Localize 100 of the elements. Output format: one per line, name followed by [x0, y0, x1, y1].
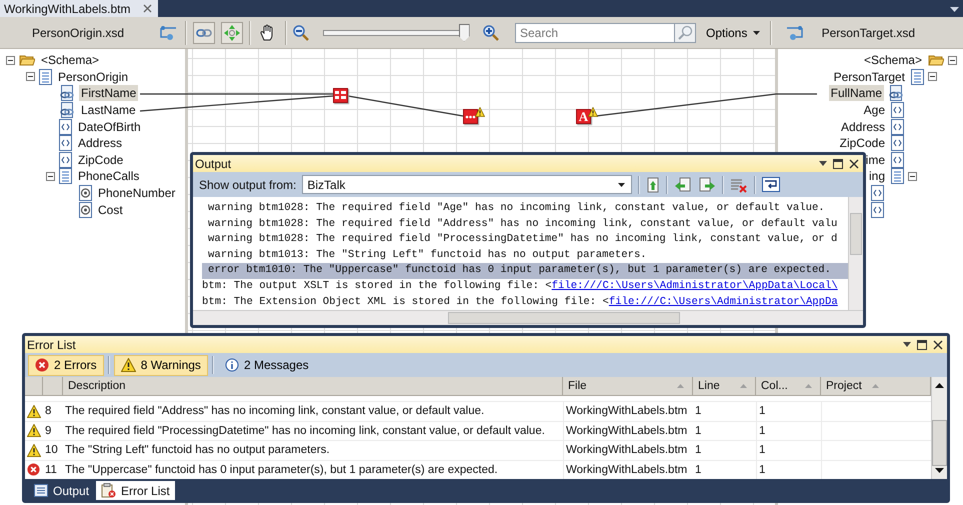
collapse-toggle-icon[interactable] — [46, 172, 55, 181]
close-icon[interactable] — [849, 158, 859, 168]
link-toggle[interactable] — [193, 22, 215, 44]
dropdown-icon[interactable] — [819, 161, 827, 166]
file-link[interactable]: file:///C:\Users\Administrator\AppDa — [608, 296, 838, 308]
table-cell-text: The "Uppercase" functoid has 0 input parameter(s), but 1 parameter(s) are expected. — [64, 462, 499, 478]
document-icon — [39, 68, 52, 85]
schema-node[interactable]: LastName — [79, 102, 138, 118]
clipboard-error-icon — [101, 483, 116, 498]
schema-tree-icon[interactable] — [786, 26, 804, 40]
word-wrap-icon[interactable] — [762, 177, 780, 192]
schema-node[interactable]: ZipCode — [76, 152, 126, 168]
concatenate-functoid[interactable] — [463, 109, 478, 124]
autoscroll-toggle[interactable] — [221, 22, 243, 44]
horizontal-scrollbar[interactable] — [193, 310, 863, 325]
vertical-scrollbar[interactable] — [931, 377, 947, 479]
table-cell-text: 1 — [694, 462, 702, 478]
output-line: warning btm1028: The required field "Address" has no incoming link, constant value, or default valu — [207, 216, 838, 232]
field-icon — [59, 135, 72, 152]
collapse-toggle-icon[interactable] — [908, 172, 917, 181]
column-header[interactable]: Line — [693, 377, 756, 395]
table-cell-text: 8 — [44, 404, 52, 420]
collapse-toggle-icon[interactable] — [948, 56, 957, 65]
uppercase-functoid[interactable]: A — [576, 109, 591, 124]
schema-node[interactable]: DateOfBirth — [76, 118, 143, 135]
collapse-toggle-icon[interactable] — [928, 72, 937, 82]
dropdown-icon[interactable] — [903, 342, 911, 347]
warning-filter-button[interactable]: 8 Warnings — [114, 354, 208, 376]
message-filter-button[interactable]: 2 Messages — [218, 354, 316, 376]
zoom-in-icon[interactable] — [483, 24, 499, 40]
output-tab[interactable]: Output — [29, 481, 94, 500]
arrow-left-icon[interactable] — [674, 176, 692, 192]
schema-node[interactable]: ime — [864, 152, 887, 168]
table-cell: 1 — [756, 441, 821, 460]
schema-node[interactable]: PhoneNumber — [96, 185, 178, 202]
zoom-out-icon[interactable] — [293, 24, 309, 40]
document-icon — [59, 168, 72, 184]
maximize-icon[interactable] — [833, 158, 843, 168]
source-label: Show output from: — [199, 178, 296, 192]
table-functoid[interactable] — [333, 88, 348, 103]
maximize-icon[interactable] — [917, 340, 927, 350]
schema-node[interactable]: Address — [76, 135, 124, 152]
output-line: warning btm1028: The required field "Age" has no incoming link, constant value, or default value. — [207, 201, 826, 216]
schema-node[interactable]: Cost — [96, 202, 125, 218]
table-cell-text: 11 — [44, 462, 58, 478]
linked-field-icon — [59, 102, 75, 118]
table-cell: WorkingWithLabels.btm — [563, 441, 693, 460]
error-icon — [35, 358, 49, 372]
options-button[interactable]: Options — [702, 26, 764, 40]
linked-field-icon — [59, 85, 75, 102]
schema-node[interactable]: FullName — [828, 85, 884, 102]
dots-icon — [465, 114, 476, 118]
warning-icon — [120, 358, 136, 372]
table-cell-text: The required field "Address" has no incoming link, constant value, or default value. — [64, 404, 486, 420]
clear-all-icon[interactable] — [730, 176, 748, 192]
collapse-toggle-icon[interactable] — [26, 72, 35, 82]
table-cell-text: 10 — [44, 443, 59, 458]
table-cell: WorkingWithLabels.btm — [563, 460, 693, 479]
collapse-toggle-icon[interactable] — [6, 56, 15, 65]
table-cell-text: 9 — [44, 424, 52, 439]
output-line: warning btm1028: The required field "ProcessingDatetime" has no incoming link, constant value, or d — [207, 232, 838, 248]
target-schema-title: PersonTarget.xsd — [822, 26, 915, 40]
schema-node[interactable]: <Schema> — [39, 52, 102, 68]
search-field[interactable]: Search — [515, 22, 675, 42]
document-icon — [891, 168, 904, 184]
column-header[interactable]: File — [563, 377, 693, 395]
schema-node[interactable]: Address — [838, 118, 887, 135]
column-header[interactable]: Description — [63, 377, 563, 395]
scroll-down-icon[interactable] — [935, 468, 944, 473]
arrow-right-icon[interactable] — [698, 176, 716, 192]
document-tab[interactable]: WorkingWithLabels.btm — [0, 0, 158, 17]
close-icon[interactable] — [933, 340, 943, 350]
column-header[interactable]: Col... — [756, 377, 821, 395]
output-line: warning btm1013: The "String Left" functoid has no output parameters. — [207, 248, 648, 263]
schema-node[interactable]: ing — [866, 168, 887, 184]
schema-node[interactable]: <Schema> — [862, 52, 924, 68]
dropdown-icon[interactable] — [950, 7, 959, 12]
table-cell: 1 — [756, 460, 821, 479]
sort-icon — [805, 384, 812, 388]
table-cell-text: 1 — [694, 404, 702, 420]
schema-node[interactable]: PersonOrigin — [56, 68, 130, 85]
file-link[interactable]: file:///C:\Users\Administrator\AppData\Local\ — [552, 280, 838, 292]
schema-node[interactable]: PersonTarget — [832, 68, 907, 85]
zoom-slider[interactable] — [323, 24, 469, 42]
errors-tab[interactable]: Error List — [96, 481, 175, 500]
schema-tree-icon[interactable] — [159, 26, 177, 40]
scroll-up-icon[interactable] — [935, 383, 944, 388]
schema-node[interactable]: PhoneCalls — [76, 168, 142, 184]
arrow-up-icon[interactable] — [646, 176, 660, 192]
vertical-scrollbar[interactable] — [848, 197, 863, 310]
slider-thumb[interactable] — [458, 24, 470, 42]
search-icon[interactable] — [675, 22, 696, 42]
schema-node[interactable]: Age — [862, 102, 887, 118]
output-source-dropdown[interactable]: BizTalk — [302, 175, 632, 194]
field-icon — [871, 185, 884, 202]
schema-node[interactable]: ZipCode — [838, 135, 887, 152]
field-icon — [59, 118, 72, 135]
schema-node[interactable]: FirstName — [79, 85, 138, 102]
table-cell-text: The required field "ProcessingDatetime" has no incoming link, constant value, or default value. — [64, 424, 546, 439]
error-filter-button[interactable]: 2 Errors — [28, 354, 104, 376]
